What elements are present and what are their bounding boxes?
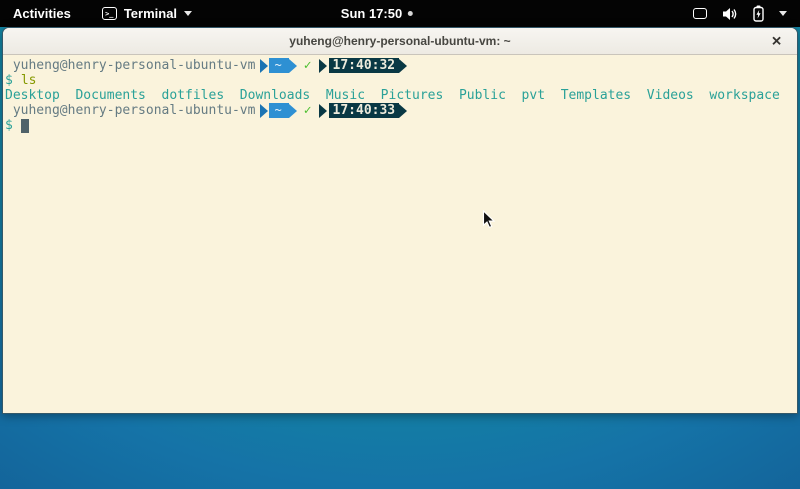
powerline-arrow-icon [289, 104, 297, 118]
app-menu-button[interactable]: >_ Terminal [96, 0, 198, 27]
status-check-icon: ✓ [304, 103, 312, 118]
close-icon[interactable]: ✕ [771, 35, 782, 48]
powerline-arrow-icon [319, 59, 327, 73]
ls-output-line: Desktop Documents dotfiles Downloads Mus… [5, 88, 795, 103]
app-menu-label: Terminal [124, 6, 177, 21]
chevron-down-icon [184, 11, 192, 16]
terminal-window: yuheng@henry-personal-ubuntu-vm: ~ ✕ yuh… [2, 27, 798, 414]
powerline-arrow-icon [260, 104, 268, 118]
screen-icon [693, 8, 707, 19]
prompt-time-segment: 17:40:32 [329, 58, 400, 73]
powerline-arrow-icon [260, 59, 268, 73]
chevron-down-icon [779, 11, 787, 16]
prompt-user-host: yuheng@henry-personal-ubuntu-vm [5, 58, 255, 73]
volume-icon [722, 7, 738, 21]
clock-button[interactable]: Sun 17:50 [341, 0, 413, 27]
clock-label: Sun 17:50 [341, 6, 402, 21]
prompt-symbol: $ [5, 118, 13, 133]
window-titlebar[interactable]: yuheng@henry-personal-ubuntu-vm: ~ ✕ [3, 28, 797, 55]
prompt-path-segment: ~ [269, 103, 288, 118]
prompt-time-segment: 17:40:33 [329, 103, 400, 118]
powerline-arrow-icon [399, 59, 407, 73]
powerline-arrow-icon [399, 104, 407, 118]
command-line: $ ls [5, 73, 795, 88]
command-line: $ [5, 118, 795, 133]
top-bar: Activities >_ Terminal Sun 17:50 [0, 0, 800, 27]
system-menu[interactable] [680, 0, 800, 27]
terminal-app-icon: >_ [102, 7, 117, 20]
top-bar-left: Activities >_ Terminal [0, 0, 198, 27]
prompt-line: yuheng@henry-personal-ubuntu-vm ~ ✓ 17:4… [5, 103, 795, 118]
activities-button[interactable]: Activities [0, 0, 84, 27]
terminal-cursor [21, 119, 29, 133]
prompt-line: yuheng@henry-personal-ubuntu-vm ~ ✓ 17:4… [5, 58, 795, 73]
prompt-symbol: $ [5, 73, 13, 88]
status-check-icon: ✓ [304, 58, 312, 73]
prompt-user-host: yuheng@henry-personal-ubuntu-vm [5, 103, 255, 118]
notification-dot-icon [408, 11, 413, 16]
window-title: yuheng@henry-personal-ubuntu-vm: ~ [289, 34, 510, 48]
powerline-arrow-icon [319, 104, 327, 118]
terminal-content[interactable]: yuheng@henry-personal-ubuntu-vm ~ ✓ 17:4… [3, 55, 797, 133]
directory-list: Desktop Documents dotfiles Downloads Mus… [5, 88, 780, 103]
battery-charging-icon [753, 5, 764, 22]
command-text: ls [21, 73, 37, 88]
prompt-path-segment: ~ [269, 58, 288, 73]
powerline-arrow-icon [289, 59, 297, 73]
